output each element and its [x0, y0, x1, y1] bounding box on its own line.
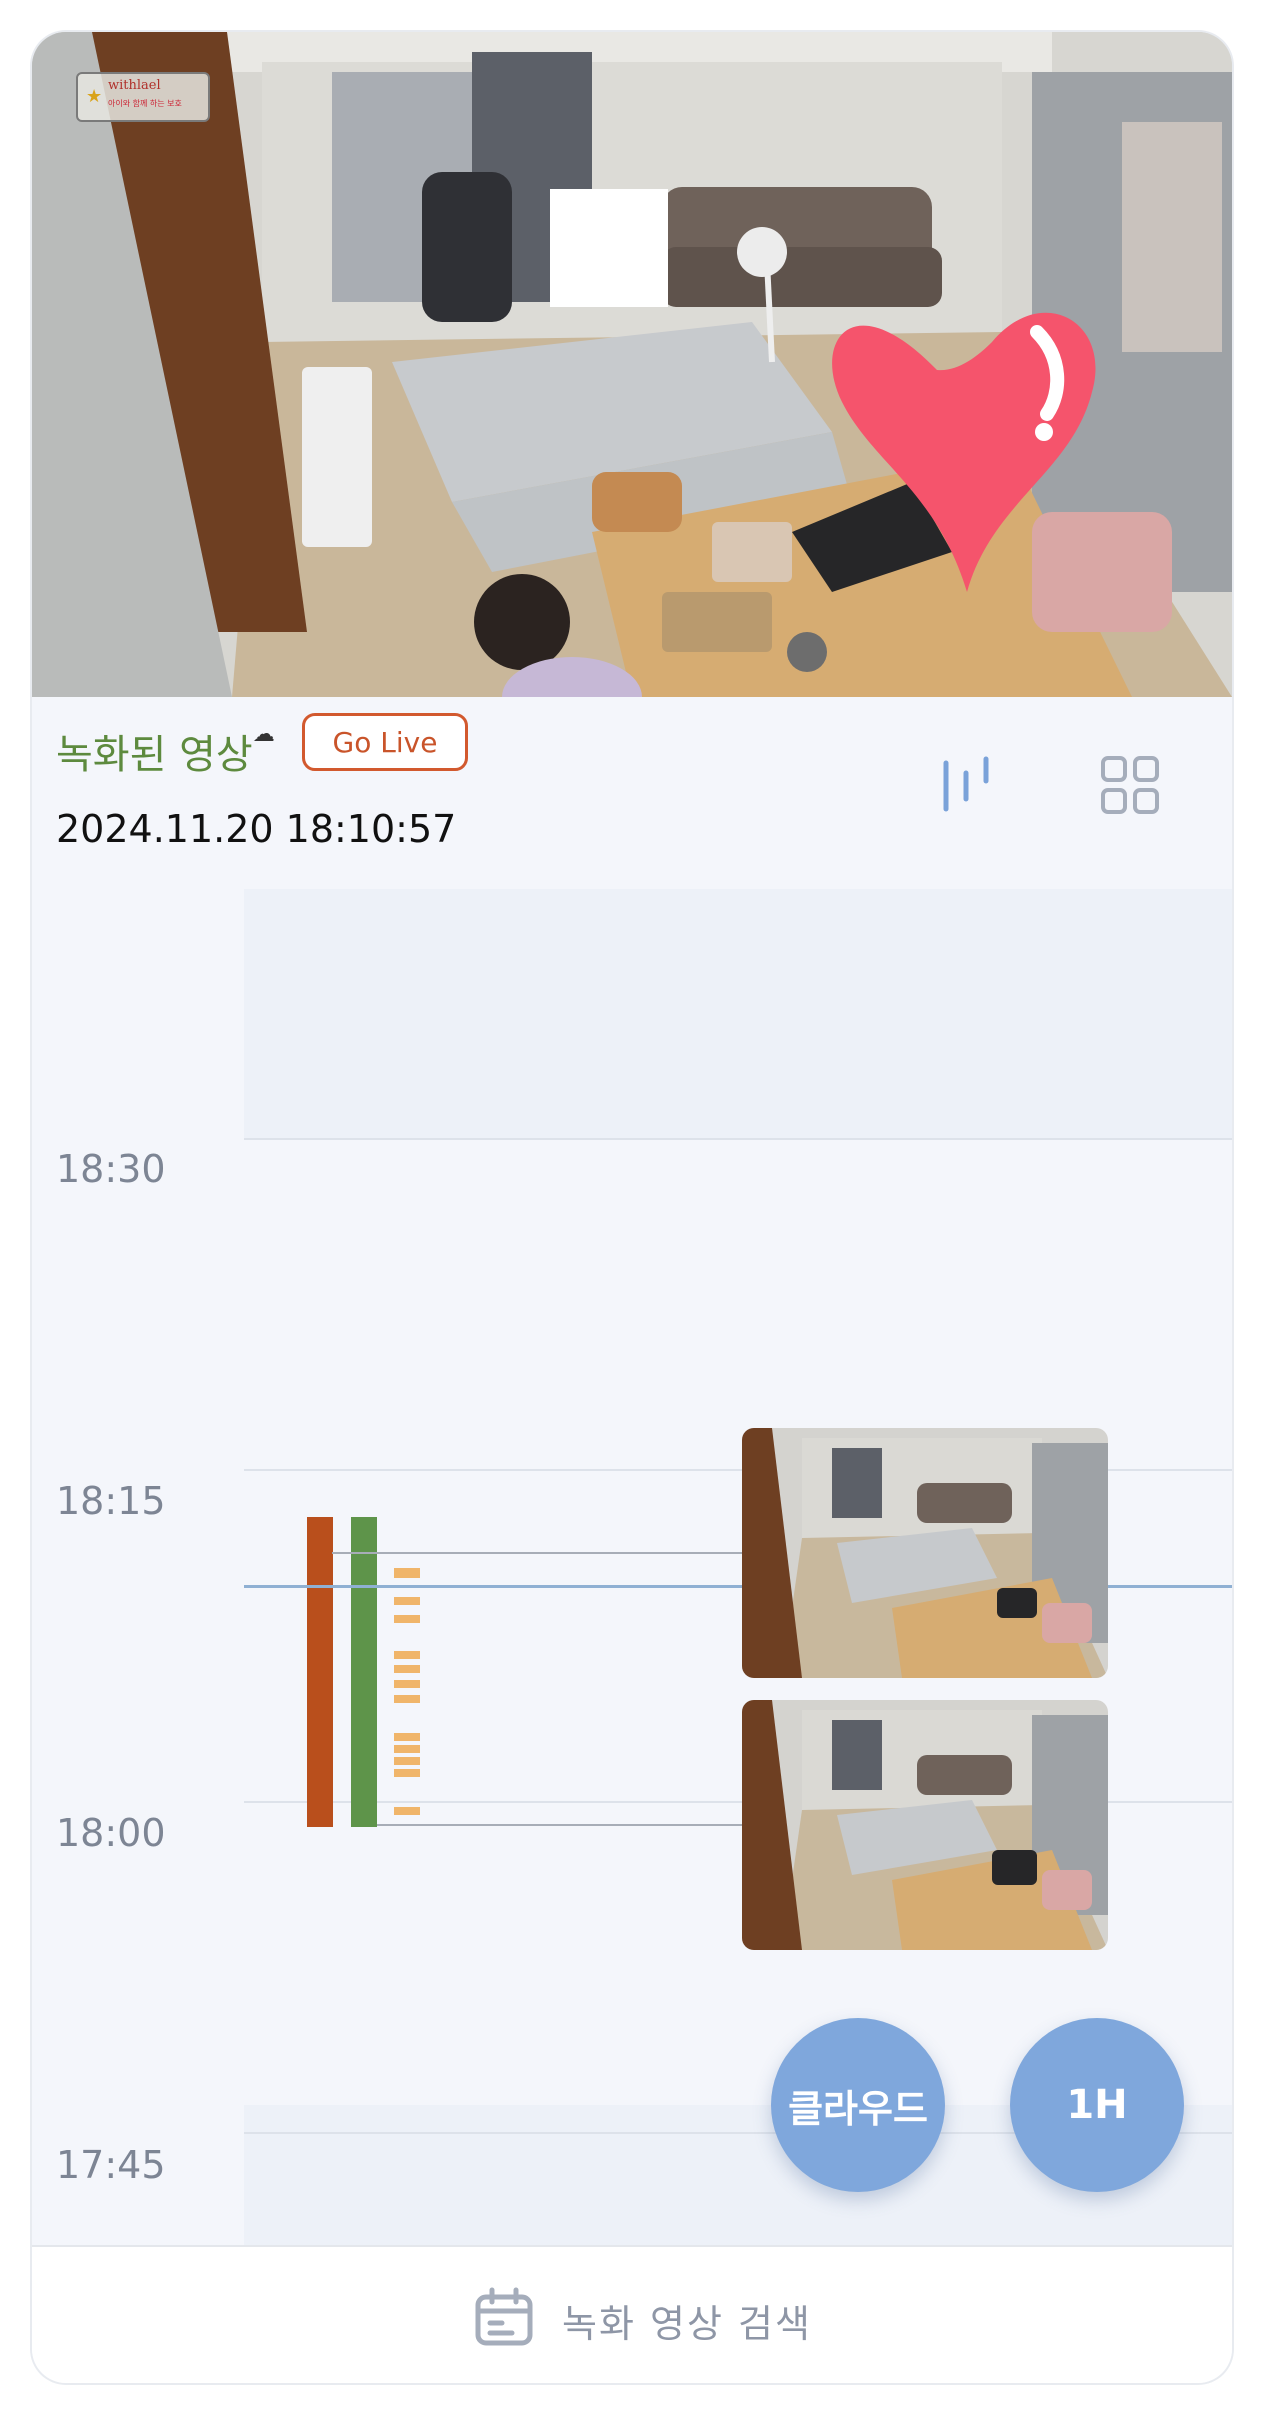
event-bar-b[interactable] [351, 1517, 377, 1827]
motion-segment[interactable] [394, 1597, 420, 1605]
waveform-icon[interactable] [940, 755, 992, 813]
time-label: 18:30 [56, 1147, 166, 1191]
motion-segment[interactable] [394, 1757, 420, 1765]
calendar-icon [475, 2287, 533, 2346]
recording-timeline[interactable]: 18:30 18:15 18:00 17:45 클라우드 1H [32, 885, 1232, 2245]
gridline [244, 1138, 1232, 1140]
time-label: 17:45 [56, 2143, 166, 2187]
time-label: 18:00 [56, 1811, 166, 1855]
star-icon: ★ [86, 86, 103, 107]
recorded-title: 녹화된 영상☁ [56, 722, 275, 780]
cloud-button[interactable]: 클라우드 [771, 2018, 945, 2192]
recording-timestamp: 2024.11.20 18:10:57 [56, 807, 457, 851]
motion-segment[interactable] [394, 1651, 420, 1659]
motion-segment[interactable] [394, 1745, 420, 1753]
recorded-title-text: 녹화된 영상 [56, 732, 253, 778]
thumbnail-connector [377, 1824, 742, 1826]
motion-segment[interactable] [394, 1769, 420, 1777]
motion-segment[interactable] [394, 1665, 420, 1673]
cloud-icon: ☁ [252, 722, 275, 747]
info-bar: 녹화된 영상☁ Go Live 2024.11.20 18:10:57 [32, 697, 1232, 885]
app-frame: ★ withlael 아이와 함께 하는 보호 녹화된 영상☁ Go Live … [32, 32, 1232, 2383]
watermark-brand: withlael [108, 78, 161, 93]
clip-thumbnail-image [742, 1428, 1108, 1678]
watermark-logo: ★ withlael 아이와 함께 하는 보호 [76, 72, 210, 122]
camera-scene [32, 32, 1232, 697]
event-bar-a[interactable] [307, 1517, 333, 1827]
go-live-button[interactable]: Go Live [302, 713, 468, 771]
thumbnail-connector [332, 1552, 742, 1554]
motion-segment[interactable] [394, 1695, 420, 1703]
bottom-bar[interactable]: 녹화 영상 검색 [32, 2245, 1232, 2383]
camera-video[interactable]: ★ withlael 아이와 함께 하는 보호 [32, 32, 1232, 697]
clip-thumbnail[interactable] [742, 1700, 1108, 1950]
timeline-empty-zone [244, 889, 1232, 1139]
motion-segment[interactable] [394, 1680, 420, 1688]
watermark-subtitle: 아이와 함께 하는 보호 [108, 99, 182, 108]
time-range-button[interactable]: 1H [1010, 2018, 1184, 2192]
motion-segment[interactable] [394, 1615, 420, 1623]
clip-thumbnail[interactable] [742, 1428, 1108, 1678]
motion-segment[interactable] [394, 1807, 420, 1815]
motion-segment[interactable] [394, 1568, 420, 1578]
search-recordings-label: 녹화 영상 검색 [562, 2302, 812, 2346]
clip-thumbnail-image [742, 1700, 1108, 1950]
time-label: 18:15 [56, 1479, 166, 1523]
grid-view-icon[interactable] [1100, 755, 1160, 815]
motion-segment[interactable] [394, 1733, 420, 1741]
